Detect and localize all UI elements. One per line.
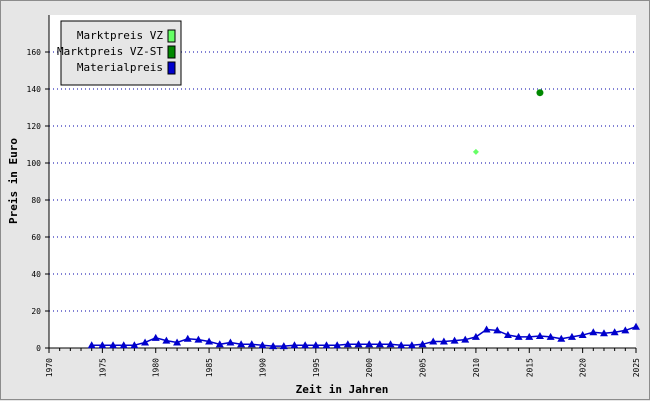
y-tick-label: 60 [31, 233, 41, 242]
x-tick-label: 1990 [258, 358, 267, 377]
legend-swatch [167, 61, 176, 75]
x-tick-label: 1970 [45, 358, 54, 377]
y-axis-title: Preis in Euro [7, 138, 20, 224]
x-tick-label: 2020 [579, 358, 588, 377]
data-point [536, 89, 544, 97]
y-tick-label: 100 [27, 159, 42, 168]
y-tick-label: 0 [36, 344, 41, 353]
x-tick-label: 1995 [312, 358, 321, 377]
y-tick-label: 40 [31, 270, 41, 279]
y-tick-label: 160 [27, 48, 42, 57]
legend-label: Materialpreis [77, 61, 163, 74]
x-tick-label: 1975 [98, 358, 107, 377]
y-tick-label: 80 [31, 196, 41, 205]
x-tick-label: 1985 [205, 358, 214, 377]
y-tick-label: 140 [27, 85, 42, 94]
chart-frame: 0 20 40 60 80 100 120 140 160 1970 1975 1980 1985 199… [0, 0, 650, 400]
x-tick-label: 2025 [632, 358, 641, 377]
y-tick-label: 120 [27, 122, 42, 131]
legend-label: Marktpreis VZ-ST [57, 45, 163, 58]
legend-label: Marktpreis VZ [77, 29, 163, 42]
legend-swatch [167, 45, 176, 59]
x-tick-label: 2005 [419, 358, 428, 377]
x-tick-label: 2015 [525, 358, 534, 377]
x-tick-label: 2010 [472, 358, 481, 377]
legend: Marktpreis VZ Marktpreis VZ-ST Materialpre… [57, 20, 182, 86]
x-axis-title: Zeit in Jahren [296, 383, 389, 396]
legend-swatch [167, 29, 176, 43]
line-chart: 0 20 40 60 80 100 120 140 160 1970 1975 1980 1985 199… [7, 15, 641, 396]
x-tick-label: 1980 [152, 358, 161, 377]
y-tick-label: 20 [31, 307, 41, 316]
x-tick-label: 2000 [365, 358, 374, 377]
